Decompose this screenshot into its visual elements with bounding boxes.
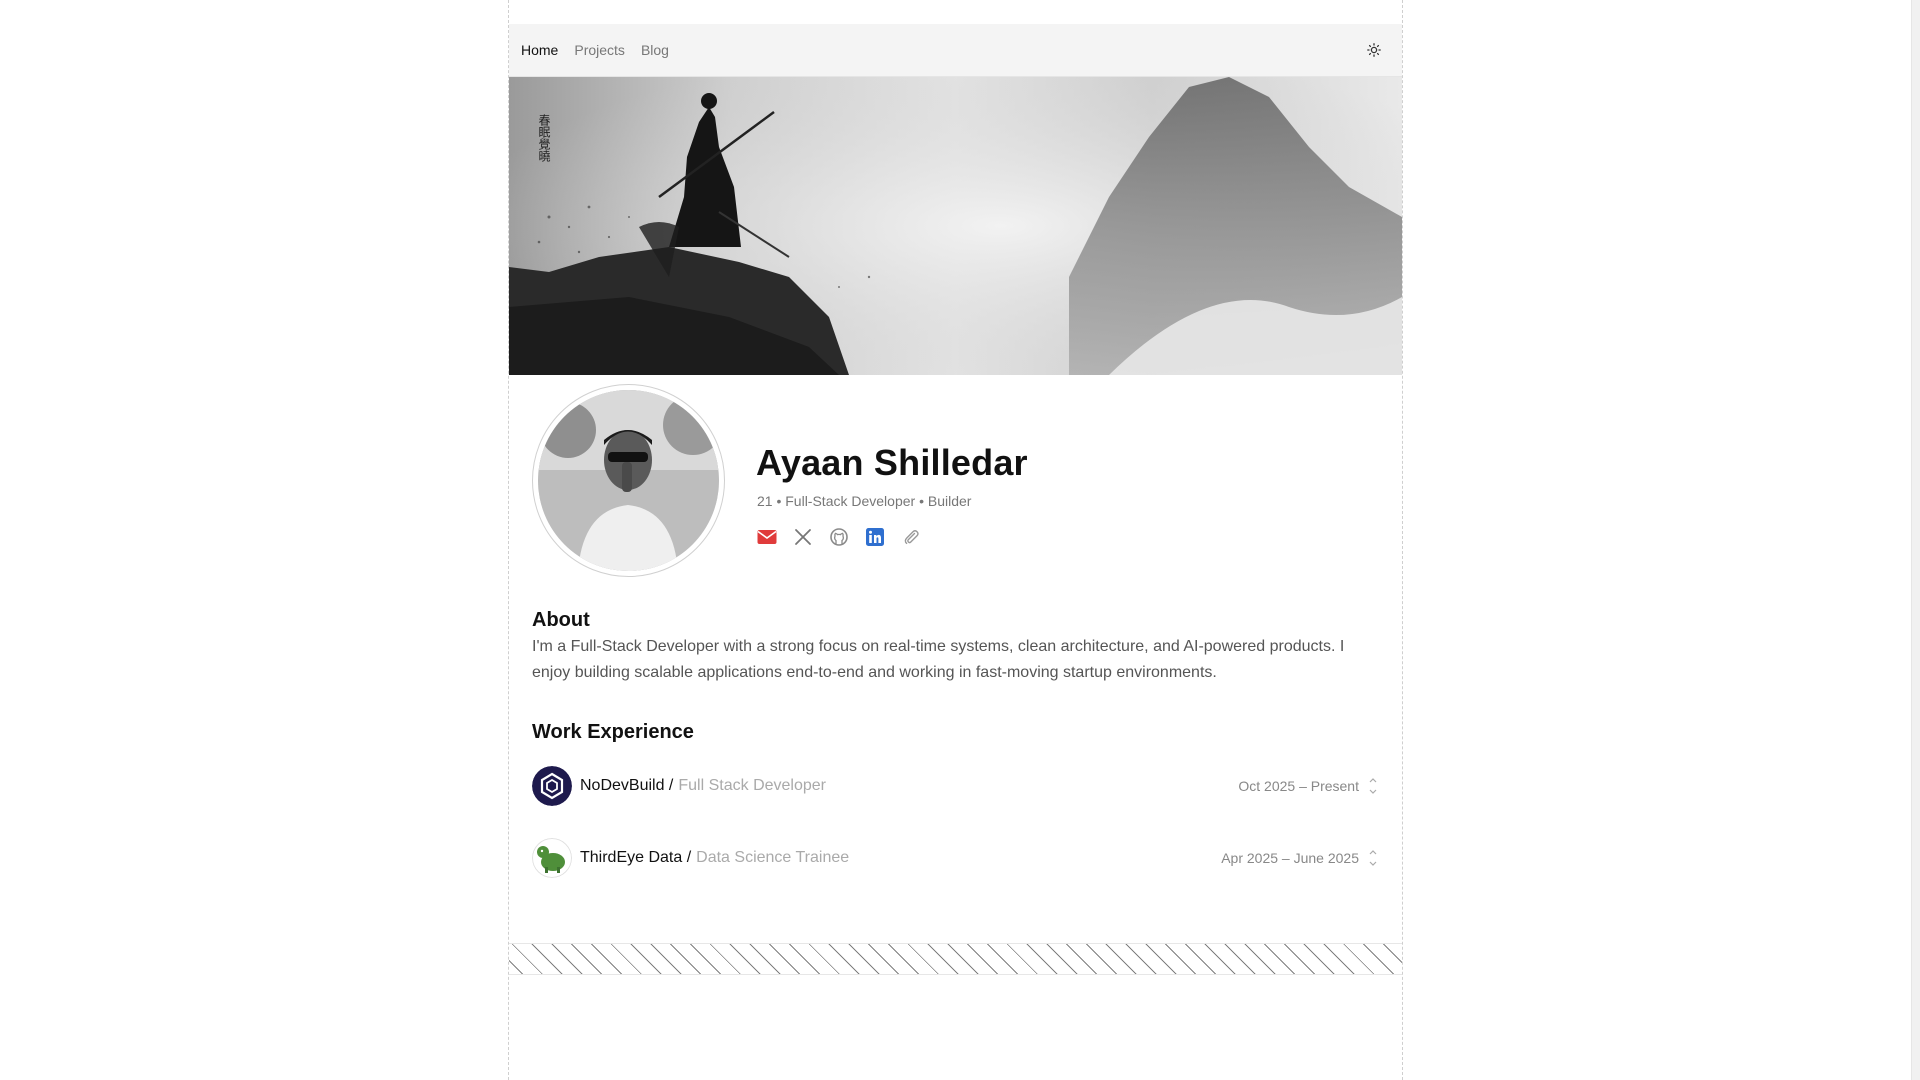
experience-role: Data Science Trainee [696, 849, 850, 866]
hero-banner-image: 春眠覺曉 [509, 77, 1402, 375]
theme-toggle-button[interactable] [1366, 42, 1382, 58]
profile-tagline: 21 • Full-Stack Developer • Builder [757, 493, 972, 509]
x-link[interactable] [793, 527, 813, 547]
top-navbar: Home Projects Blog [509, 24, 1402, 77]
experience-dates: Apr 2025 – June 2025 [1221, 850, 1359, 866]
nav-links: Home Projects Blog [509, 42, 685, 58]
email-icon [757, 530, 777, 544]
work-experience-heading: Work Experience [532, 721, 694, 743]
social-links [757, 527, 921, 547]
chevron-up-down-icon [1369, 850, 1377, 866]
experience-dates: Oct 2025 – Present [1238, 778, 1359, 794]
calligraphy-text: 春眠覺曉 [537, 114, 551, 162]
page-scrollbar[interactable] [1911, 0, 1920, 1080]
sun-icon [1367, 43, 1381, 57]
decorative-hatch-divider [509, 943, 1402, 975]
x-icon [795, 529, 811, 545]
about-heading: About [532, 609, 590, 631]
experience-role: Full Stack Developer [678, 777, 826, 794]
nav-link-home[interactable]: Home [521, 42, 558, 58]
nodevbuild-logo-icon [532, 766, 572, 806]
chevron-up-down-icon [1369, 778, 1377, 794]
attachment-link[interactable] [901, 527, 921, 547]
profile-name: Ayaan Shilledar [756, 442, 1028, 483]
github-link[interactable] [829, 527, 849, 547]
nav-link-projects[interactable]: Projects [574, 42, 625, 58]
experience-item-thirdeye-data[interactable]: ThirdEye Data / Data Science Trainee Apr… [532, 838, 1379, 878]
email-link[interactable] [757, 527, 777, 547]
experience-company: ThirdEye Data / [580, 849, 692, 866]
page-container: Home Projects Blog 春眠覺曉 Ayaan Shilledar … [508, 0, 1403, 1080]
github-icon [830, 528, 848, 546]
experience-company: NoDevBuild / [580, 777, 674, 794]
avatar-photo [538, 390, 719, 571]
nav-link-blog[interactable]: Blog [641, 42, 669, 58]
experience-item-nodevbuild[interactable]: NoDevBuild / Full Stack Developer Oct 20… [532, 766, 1379, 806]
about-text: I'm a Full-Stack Developer with a strong… [532, 638, 1345, 681]
profile-avatar [532, 384, 725, 577]
attachment-icon [904, 530, 919, 545]
thirdeye-data-logo-icon [532, 838, 572, 878]
svg-text:春眠覺曉: 春眠覺曉 [537, 114, 551, 162]
linkedin-link[interactable] [865, 527, 885, 547]
linkedin-icon [866, 528, 884, 546]
